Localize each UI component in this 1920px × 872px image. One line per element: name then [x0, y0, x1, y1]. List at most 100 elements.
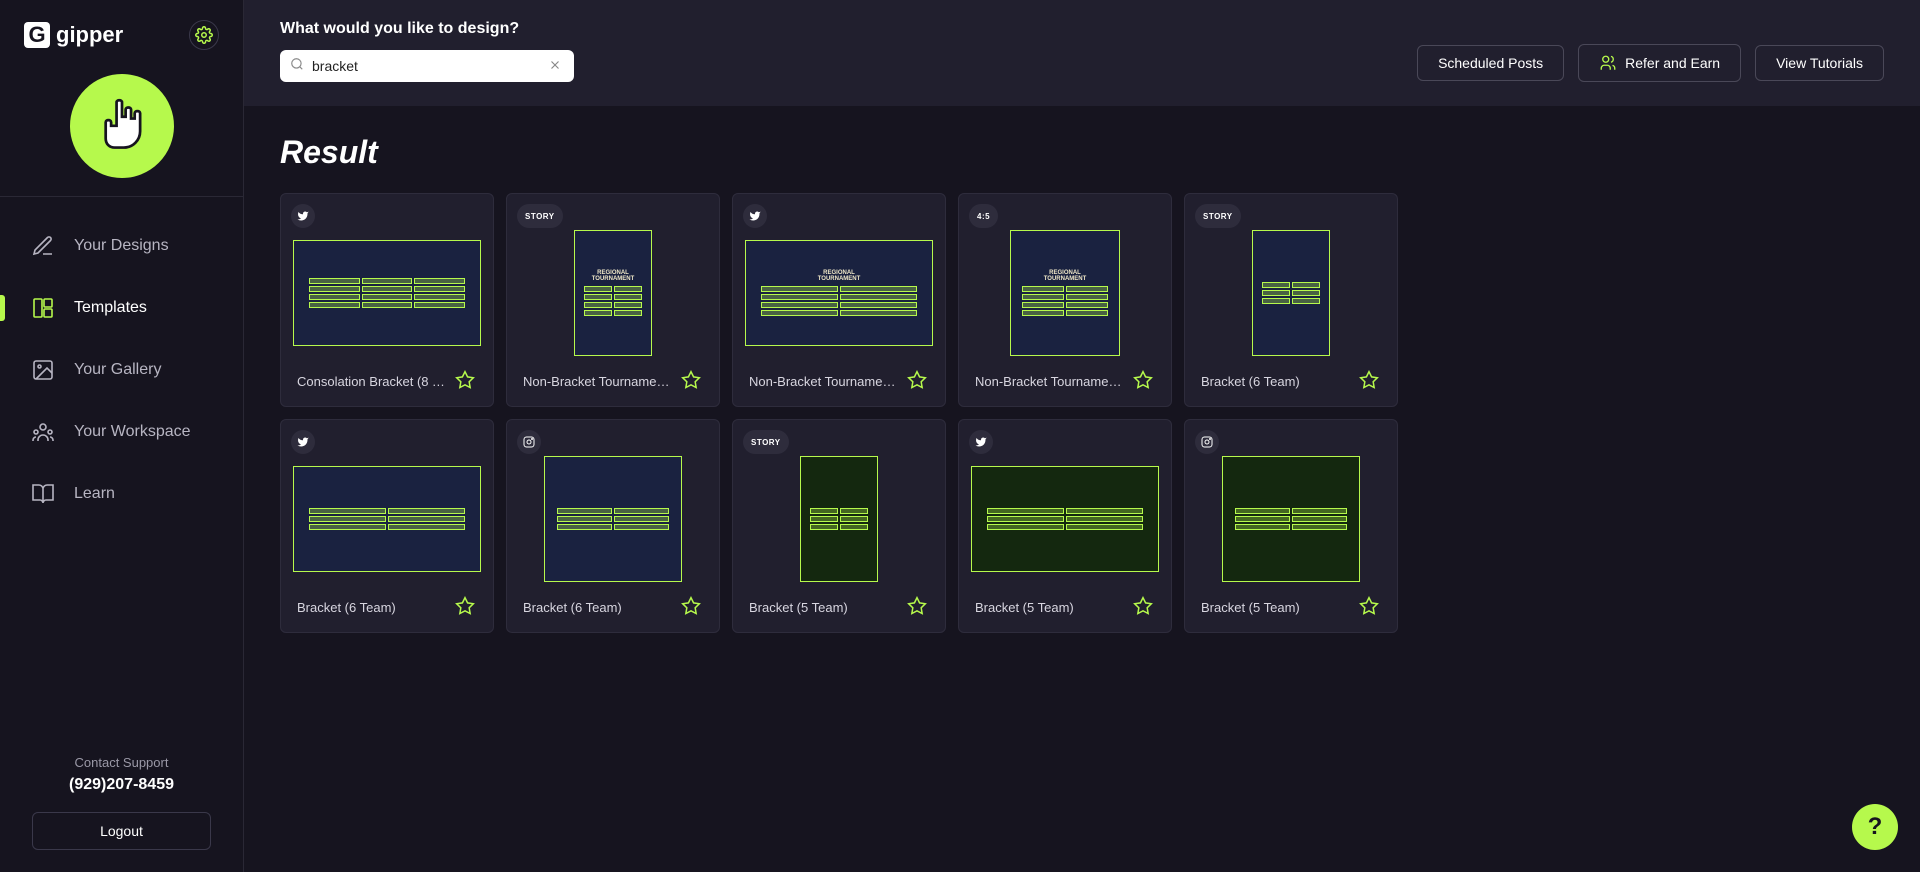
content: Result Consolation Bracket (8 Team) STOR… — [244, 106, 1920, 872]
instagram-icon — [517, 430, 541, 454]
star-icon — [907, 370, 927, 390]
divider — [0, 196, 243, 197]
favorite-button[interactable] — [455, 370, 477, 392]
help-fab[interactable]: ? — [1852, 804, 1898, 850]
support-label: Contact Support — [32, 755, 211, 770]
avatar-foam-finger-icon — [93, 95, 151, 158]
template-thumbnail — [289, 428, 485, 586]
template-title: Bracket (5 Team) — [749, 600, 848, 615]
favorite-button[interactable] — [681, 596, 703, 618]
star-icon — [1133, 370, 1153, 390]
template-card[interactable]: Consolation Bracket (8 Team) — [280, 193, 494, 407]
favorite-button[interactable] — [1133, 596, 1155, 618]
nav-your-gallery[interactable]: Your Gallery — [0, 339, 243, 401]
result-heading: Result — [280, 134, 1884, 171]
workspace-avatar[interactable] — [70, 74, 174, 178]
format-badge: 4:5 — [969, 204, 998, 228]
twitter-icon — [291, 204, 315, 228]
template-thumbnail — [515, 428, 711, 586]
view-tutorials-button[interactable]: View Tutorials — [1755, 45, 1884, 81]
nav-label: Your Workspace — [74, 423, 191, 441]
favorite-button[interactable] — [681, 370, 703, 392]
templates-icon — [30, 295, 56, 321]
nav: Your Designs Templates Your Gallery Your… — [0, 201, 243, 739]
star-icon — [681, 596, 701, 616]
nav-label: Templates — [74, 299, 147, 317]
refer-icon — [1599, 54, 1617, 72]
favorite-button[interactable] — [1359, 596, 1381, 618]
refer-earn-button[interactable]: Refer and Earn — [1578, 44, 1741, 82]
question-icon: ? — [1868, 813, 1883, 841]
nav-label: Your Designs — [74, 237, 169, 255]
template-title: Consolation Bracket (8 Team) — [297, 374, 447, 389]
brand-logo: G gipper — [24, 22, 123, 48]
brand-name: gipper — [56, 22, 123, 48]
instagram-icon — [1195, 430, 1219, 454]
template-thumbnail — [967, 428, 1163, 586]
logo-mark-icon: G — [24, 22, 50, 48]
main: What would you like to design? Scheduled… — [244, 0, 1920, 872]
format-badge: STORY — [743, 430, 789, 454]
star-icon — [1133, 596, 1153, 616]
favorite-button[interactable] — [455, 596, 477, 618]
template-grid: Consolation Bracket (8 Team) STORY REGIO… — [280, 193, 1884, 633]
settings-button[interactable] — [189, 20, 219, 50]
template-card[interactable]: 4:5 REGIONALTOURNAMENT Non-Bracket Tourn… — [958, 193, 1172, 407]
favorite-button[interactable] — [1133, 370, 1155, 392]
template-title: Bracket (6 Team) — [523, 600, 622, 615]
star-icon — [681, 370, 701, 390]
template-title: Non-Bracket Tournament (... — [749, 374, 899, 389]
support-phone: (929)207-8459 — [32, 776, 211, 794]
star-icon — [1359, 370, 1379, 390]
star-icon — [907, 596, 927, 616]
gallery-icon — [30, 357, 56, 383]
nav-your-designs[interactable]: Your Designs — [0, 215, 243, 277]
format-badge: STORY — [1195, 204, 1241, 228]
star-icon — [455, 370, 475, 390]
people-icon — [30, 419, 56, 445]
template-card[interactable]: Bracket (5 Team) — [958, 419, 1172, 633]
template-card[interactable]: Bracket (6 Team) — [506, 419, 720, 633]
nav-label: Learn — [74, 485, 115, 503]
favorite-button[interactable] — [907, 370, 929, 392]
template-card[interactable]: STORY REGIONALTOURNAMENT Non-Bracket Tou… — [506, 193, 720, 407]
template-title: Bracket (6 Team) — [1201, 374, 1300, 389]
template-thumbnail — [1193, 428, 1389, 586]
logout-button[interactable]: Logout — [32, 812, 211, 850]
template-thumbnail — [289, 202, 485, 360]
sidebar: G gipper Your Designs Templates — [0, 0, 244, 872]
format-badge: STORY — [517, 204, 563, 228]
template-title: Bracket (6 Team) — [297, 600, 396, 615]
template-thumbnail: REGIONALTOURNAMENT — [967, 202, 1163, 360]
template-thumbnail: REGIONALTOURNAMENT — [741, 202, 937, 360]
template-card[interactable]: STORY Bracket (5 Team) — [732, 419, 946, 633]
search-input[interactable] — [312, 58, 540, 74]
gear-icon — [195, 26, 213, 44]
search-field-wrap[interactable] — [280, 50, 574, 82]
nav-templates[interactable]: Templates — [0, 277, 243, 339]
template-card[interactable]: Bracket (5 Team) — [1184, 419, 1398, 633]
favorite-button[interactable] — [907, 596, 929, 618]
book-icon — [30, 481, 56, 507]
twitter-icon — [743, 204, 767, 228]
search-icon — [290, 57, 304, 76]
star-icon — [455, 596, 475, 616]
favorite-button[interactable] — [1359, 370, 1381, 392]
nav-learn[interactable]: Learn — [0, 463, 243, 525]
twitter-icon — [969, 430, 993, 454]
nav-your-workspace[interactable]: Your Workspace — [0, 401, 243, 463]
search-prompt: What would you like to design? — [280, 20, 574, 38]
template-card[interactable]: REGIONALTOURNAMENT Non-Bracket Tournamen… — [732, 193, 946, 407]
twitter-icon — [291, 430, 315, 454]
nav-label: Your Gallery — [74, 361, 161, 379]
template-card[interactable]: Bracket (6 Team) — [280, 419, 494, 633]
x-icon — [548, 58, 562, 72]
template-card[interactable]: STORY Bracket (6 Team) — [1184, 193, 1398, 407]
scheduled-posts-button[interactable]: Scheduled Posts — [1417, 45, 1564, 81]
template-title: Non-Bracket Tournament (... — [523, 374, 673, 389]
topbar: What would you like to design? Scheduled… — [244, 0, 1920, 106]
pencil-icon — [30, 233, 56, 259]
clear-search-button[interactable] — [548, 58, 564, 74]
template-title: Bracket (5 Team) — [975, 600, 1074, 615]
star-icon — [1359, 596, 1379, 616]
